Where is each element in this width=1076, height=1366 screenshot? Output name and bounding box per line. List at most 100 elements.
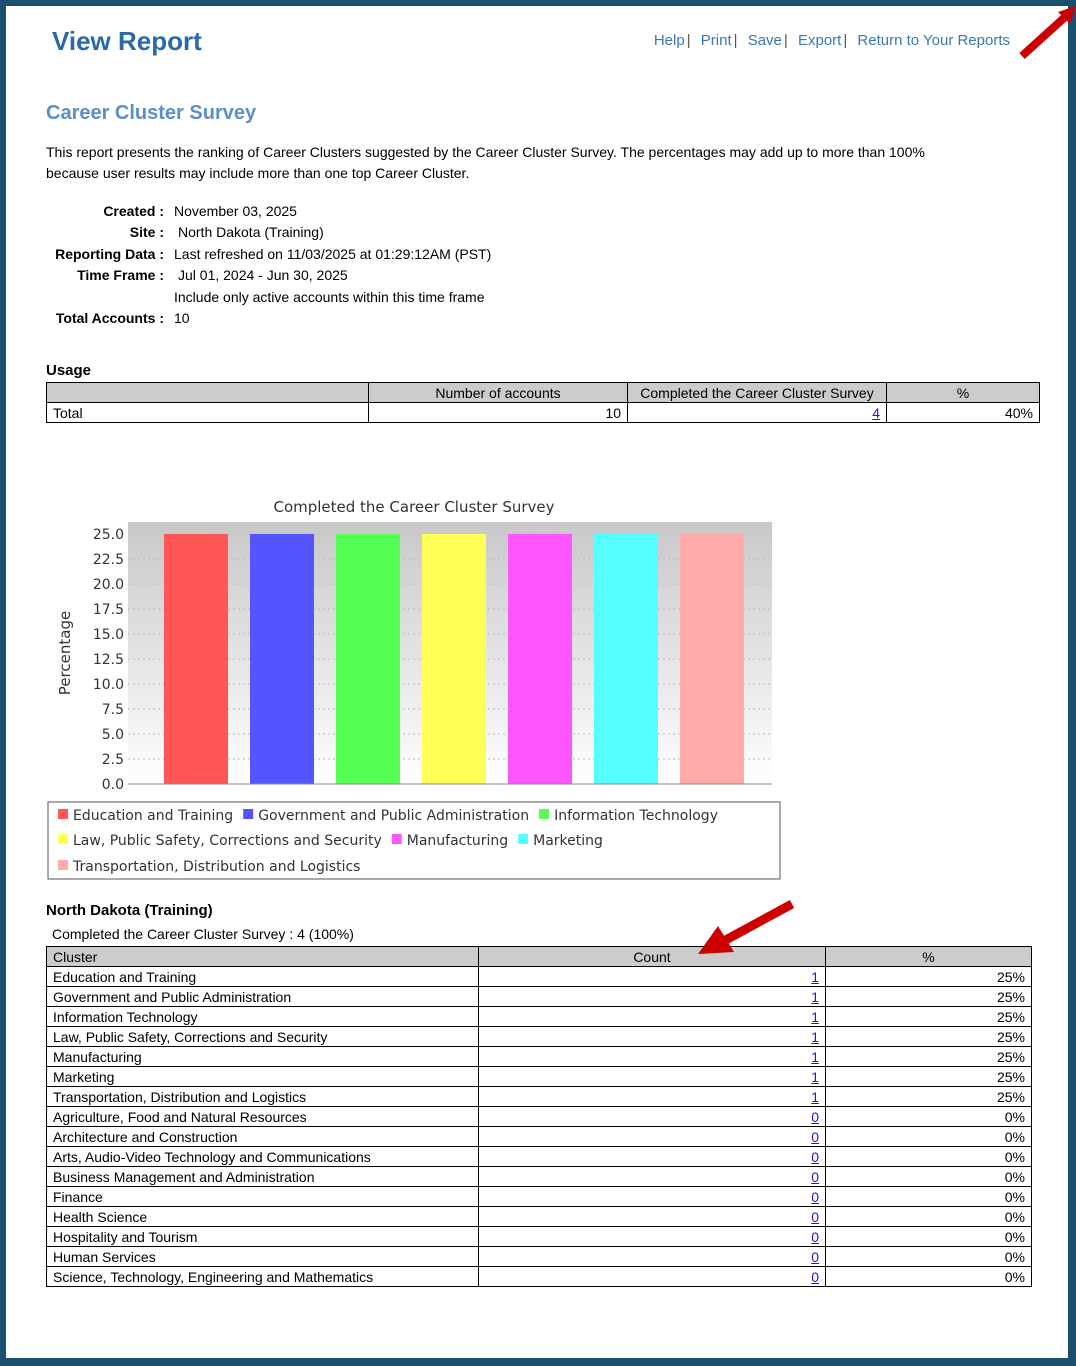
usage-completed-link[interactable]: 4 (872, 405, 880, 421)
count-cell: 0 (478, 1106, 826, 1127)
bar (508, 534, 572, 784)
pct-cell: 25% (825, 1046, 1032, 1067)
top-links: Help | Print | Save | Export | Return to You… (653, 32, 1010, 49)
usage-heading: Usage (46, 362, 92, 379)
count-link[interactable]: 0 (811, 1249, 819, 1265)
count-link[interactable]: 1 (811, 1069, 819, 1085)
count-link[interactable]: 1 (811, 1009, 819, 1025)
usage-accounts: 10 (368, 402, 628, 423)
table-row: Arts, Audio-Video Technology and Communi… (46, 1146, 1032, 1167)
cluster-name: Law, Public Safety, Corrections and Secu… (46, 1026, 479, 1047)
meta-label: Total Accounts : (55, 310, 164, 327)
y-tick-label: 20.0 (93, 577, 124, 593)
count-link[interactable]: 0 (811, 1109, 819, 1125)
pct-cell: 0% (825, 1186, 1032, 1207)
meta-row: Reporting Data : Last refreshed on 11/03/… (46, 243, 491, 265)
pct-cell: 25% (825, 1026, 1032, 1047)
cluster-name: Human Services (46, 1246, 479, 1267)
count-cell: 1 (478, 1066, 826, 1087)
pct-cell: 0% (825, 1246, 1032, 1267)
table-row: Health Science 0 0% (46, 1206, 1032, 1227)
save-link[interactable]: Save (748, 32, 782, 49)
count-link[interactable]: 1 (811, 1049, 819, 1065)
legend-swatch (391, 834, 402, 844)
cluster-table: Cluster Count % Education and Training 1 2… (46, 946, 1032, 1287)
annotation-arrow-count (698, 900, 795, 954)
count-cell: 1 (478, 986, 826, 1007)
count-cell: 0 (478, 1226, 826, 1247)
print-link[interactable]: Print (701, 32, 732, 49)
pct-cell: 25% (825, 966, 1032, 987)
cluster-table-body: Education and Training 1 25% Government and… (46, 966, 1032, 1287)
legend-swatch (58, 860, 68, 870)
cluster-name: Government and Public Administration (46, 986, 479, 1007)
cluster-name: Manufacturing (46, 1046, 479, 1067)
cluster-name: Health Science (46, 1206, 479, 1227)
y-tick-label: 0.0 (102, 777, 124, 793)
bar (594, 534, 658, 784)
table-row: Law, Public Safety, Corrections and Secu… (46, 1026, 1032, 1047)
meta-row: Time Frame : Jul 01, 2024 - Jun 30, 2025 (46, 265, 491, 287)
usage-col-blank (46, 382, 369, 403)
cluster-name: Agriculture, Food and Natural Resources (46, 1106, 479, 1127)
report-title: Career Cluster Survey (46, 102, 257, 124)
report-description: This report presents the ranking of Care… (46, 144, 925, 181)
bar (422, 534, 486, 784)
count-link[interactable]: 0 (811, 1269, 819, 1285)
count-cell: 1 (478, 1006, 826, 1027)
legend-label: Law, Public Safety, Corrections and Secu… (73, 833, 382, 849)
bar (164, 534, 228, 784)
pct-cell: 0% (825, 1106, 1032, 1127)
count-link[interactable]: 0 (811, 1129, 819, 1145)
count-link[interactable]: 1 (811, 1089, 819, 1105)
count-link[interactable]: 0 (811, 1169, 819, 1185)
meta-label: Site : (129, 224, 164, 241)
count-link[interactable]: 1 (811, 969, 819, 985)
legend-label: Transportation, Distribution and Logisti… (72, 859, 360, 875)
meta-label: Reporting Data : (55, 245, 164, 262)
meta-value: November 03, 2025 (174, 202, 297, 219)
meta-row: Site : North Dakota (Training) (46, 222, 491, 244)
count-cell: 1 (478, 1086, 826, 1107)
export-link[interactable]: Export (798, 32, 841, 49)
return-to-reports-link[interactable]: Return to Your Reports (857, 32, 1010, 49)
legend-swatch (518, 834, 529, 844)
meta-label: Created : (103, 202, 164, 219)
legend-label: Marketing (533, 833, 603, 849)
meta-value: 10 (174, 310, 190, 327)
count-cell: 0 (478, 1266, 826, 1287)
report-frame: View Report Help | Print | Save | Export | R… (6, 6, 1068, 1358)
meta-row: Created : November 03, 2025 (46, 200, 491, 222)
legend-swatch (58, 834, 68, 844)
count-link[interactable]: 1 (811, 1029, 819, 1045)
count-link[interactable]: 0 (811, 1209, 819, 1225)
legend-label: Government and Public Administration (258, 808, 529, 824)
count-link[interactable]: 0 (811, 1229, 819, 1245)
help-link[interactable]: Help (654, 32, 685, 49)
report-meta: Created : November 03, 2025 Site : North D… (46, 200, 491, 329)
table-row: Marketing 1 25% (46, 1066, 1032, 1087)
table-row: Hospitality and Tourism 0 0% (46, 1226, 1032, 1247)
count-link[interactable]: 0 (811, 1189, 819, 1205)
table-row: Architecture and Construction 0 0% (46, 1126, 1032, 1147)
count-cell: 0 (478, 1246, 826, 1267)
count-cell: 1 (478, 966, 826, 987)
table-row: Manufacturing 1 25% (46, 1046, 1032, 1067)
count-link[interactable]: 0 (811, 1149, 819, 1165)
pct-cell: 0% (825, 1126, 1032, 1147)
usage-completed-cell: 4 (627, 402, 887, 423)
y-tick-label: 7.5 (102, 702, 124, 718)
pct-cell: 0% (825, 1266, 1032, 1287)
cluster-name: Transportation, Distribution and Logisti… (46, 1086, 479, 1107)
y-axis-label: Percentage (56, 611, 74, 695)
cluster-name: Business Management and Administration (46, 1166, 479, 1187)
usage-col-accounts: Number of accounts (368, 382, 628, 403)
meta-value: Include only active accounts within this… (174, 288, 485, 305)
pct-cell: 25% (825, 1086, 1032, 1107)
table-row: Science, Technology, Engineering and Mat… (46, 1266, 1032, 1287)
cluster-name: Information Technology (46, 1006, 479, 1027)
count-link[interactable]: 1 (811, 989, 819, 1005)
count-cell: 0 (478, 1186, 826, 1207)
meta-row: Include only active accounts within this… (46, 286, 491, 308)
legend-swatch (539, 809, 550, 819)
